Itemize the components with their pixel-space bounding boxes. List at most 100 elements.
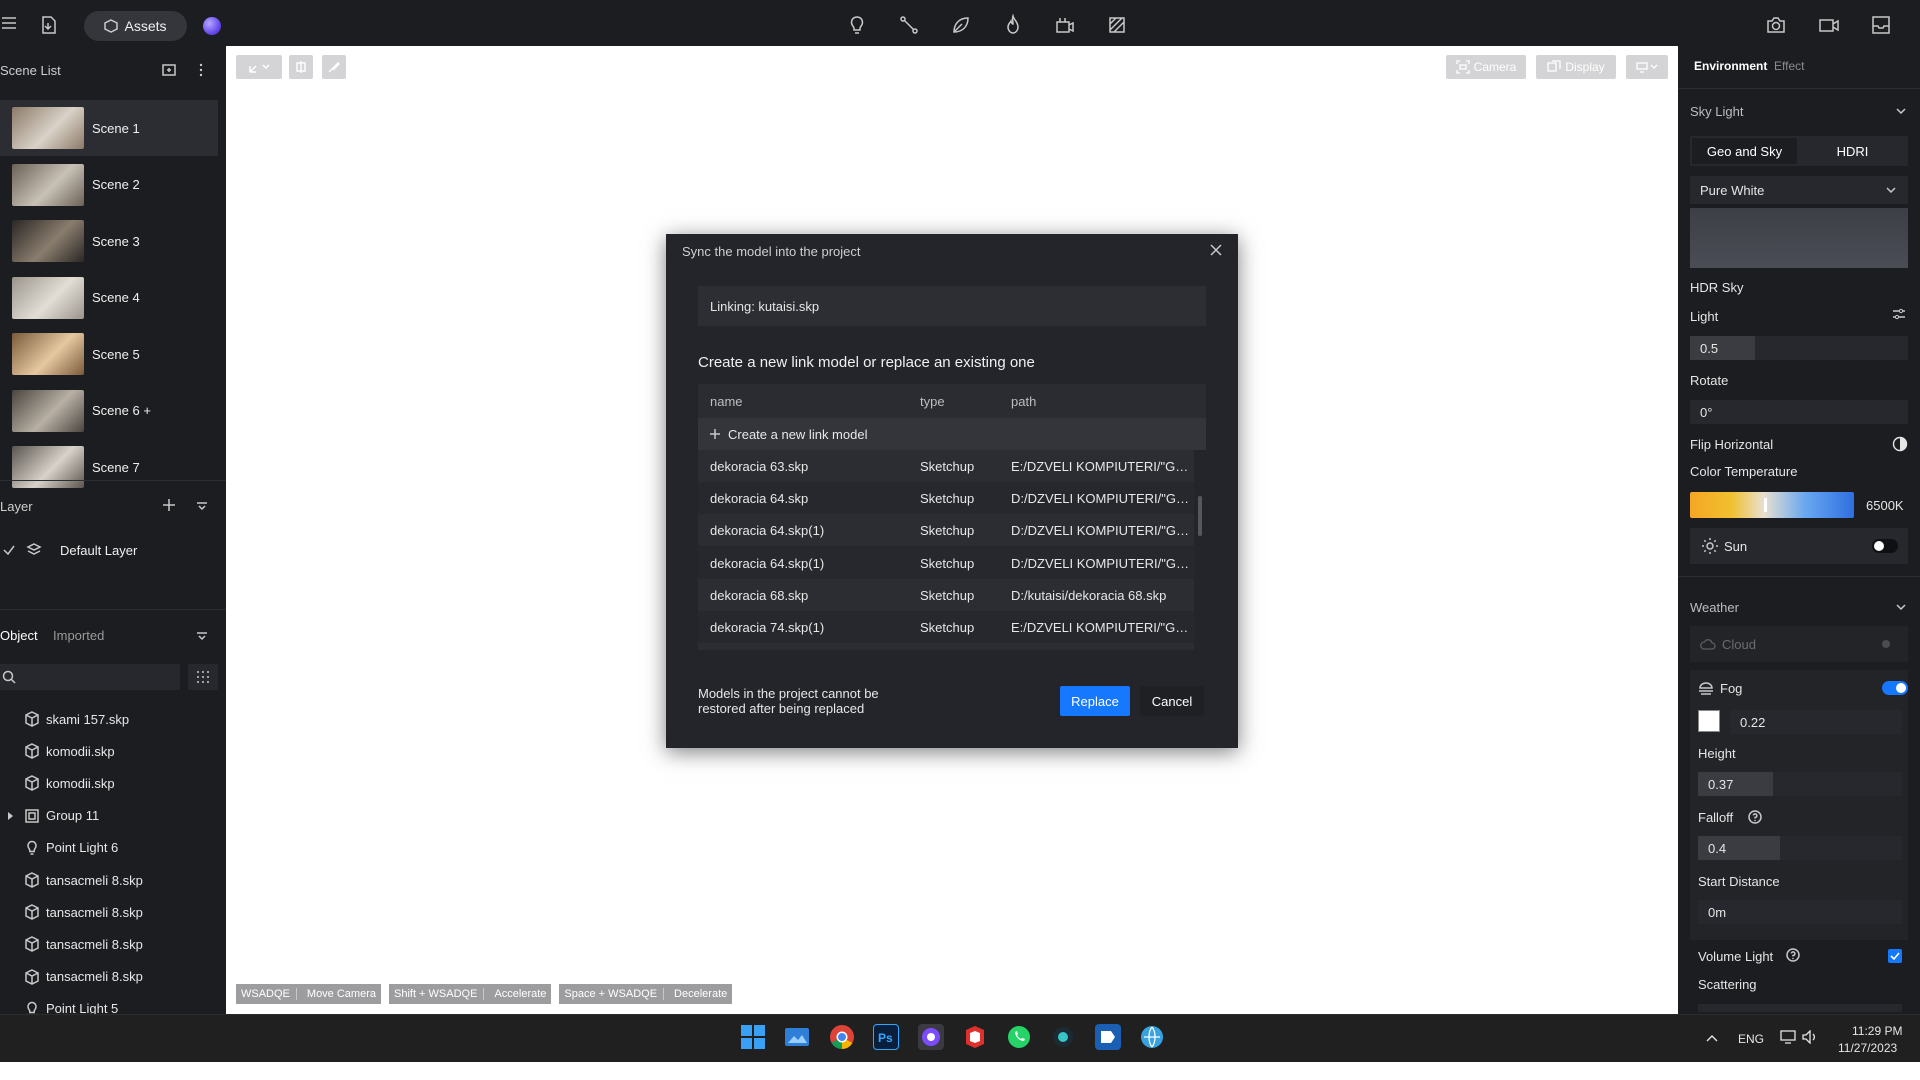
start-distance-input[interactable]: 0m	[1698, 900, 1902, 924]
camera-icon[interactable]	[1765, 14, 1787, 36]
rotate-input[interactable]: 0°	[1690, 400, 1908, 424]
tab-environment[interactable]: Environment	[1694, 59, 1767, 73]
flip-horizontal-icon[interactable]	[1892, 436, 1908, 452]
scene-item[interactable]: Scene 2	[0, 157, 218, 213]
network-icon[interactable]	[1780, 1030, 1796, 1044]
add-layer-icon[interactable]	[162, 498, 176, 512]
whatsapp-icon[interactable]	[1006, 1024, 1032, 1050]
tab-object[interactable]: Object	[0, 628, 38, 643]
tab-effect[interactable]: Effect	[1774, 59, 1804, 73]
more-options-icon[interactable]	[199, 63, 203, 77]
language-indicator[interactable]: ENG	[1738, 1032, 1764, 1046]
windows-start-icon[interactable]	[740, 1024, 766, 1050]
import-icon[interactable]	[40, 16, 58, 34]
table-row[interactable]: dekoracia 64.skp(1) Sketchup D:/DZVELI KOM…	[698, 514, 1194, 547]
scene-item[interactable]: Scene 5	[0, 326, 218, 382]
color-temperature-handle[interactable]	[1763, 498, 1767, 512]
add-scene-icon[interactable]	[162, 64, 176, 76]
leaf-icon[interactable]	[950, 14, 972, 36]
scene-item[interactable]: Scene 7	[0, 439, 218, 495]
path-icon[interactable]	[898, 14, 920, 36]
chevron-down-icon[interactable]	[1896, 604, 1906, 610]
display-button[interactable]: Display	[1536, 55, 1616, 79]
sketchup-icon[interactable]	[962, 1024, 988, 1050]
clock-time[interactable]: 11:29 PM	[1852, 1024, 1902, 1038]
cleanup-icon[interactable]	[1050, 1024, 1076, 1050]
create-new-link-model[interactable]: Create a new link model	[698, 418, 1206, 450]
table-row[interactable]: dekoracia 63.skp Sketchup E:/DZVELI KOMPIU…	[698, 450, 1194, 482]
transform-tool-button[interactable]	[236, 55, 282, 79]
section-icon[interactable]	[1106, 14, 1128, 36]
object-item[interactable]: komodii.skp	[0, 767, 226, 799]
chrome-icon[interactable]	[829, 1024, 855, 1050]
object-item[interactable]: tansacmeli 8.skp	[0, 928, 226, 960]
ai-orb-icon[interactable]	[203, 17, 221, 35]
segment-hdri[interactable]: HDRI	[1799, 138, 1906, 164]
object-item[interactable]: tansacmeli 8.skp	[0, 896, 226, 928]
height-slider[interactable]: 0.37	[1698, 772, 1902, 796]
object-item[interactable]: tansacmeli 8.skp	[0, 961, 226, 993]
cancel-button[interactable]: Cancel	[1140, 686, 1204, 716]
d5-app-icon[interactable]	[1095, 1024, 1121, 1050]
sky-preset-select[interactable]: Pure White	[1690, 176, 1908, 204]
scattering-slider[interactable]	[1698, 1004, 1902, 1012]
photoshop-icon[interactable]: Ps	[873, 1024, 899, 1050]
fog-toggle[interactable]	[1882, 681, 1908, 695]
light-settings-icon[interactable]	[1892, 308, 1906, 320]
d5-render-icon[interactable]	[918, 1024, 944, 1050]
snap-tool-button[interactable]	[289, 55, 313, 79]
object-search-input[interactable]	[0, 664, 180, 690]
object-filter-icon[interactable]	[196, 631, 208, 641]
layer-filter-icon[interactable]	[196, 501, 208, 511]
scene-item[interactable]: Scene 3	[0, 213, 218, 269]
expand-arrow-icon[interactable]	[8, 811, 13, 820]
segment-geo-and-sky[interactable]: Geo and Sky	[1692, 138, 1797, 164]
network-app-icon[interactable]	[1139, 1024, 1165, 1050]
object-item[interactable]: skami 157.skp	[0, 703, 226, 735]
table-row[interactable]: dekoracia 68.skp Sketchup D:/kutaisi/dekor…	[698, 578, 1194, 611]
menu-icon[interactable]	[2, 17, 16, 29]
volume-light-checkbox[interactable]	[1888, 949, 1902, 963]
light-slider[interactable]: 0.5	[1690, 336, 1908, 360]
clock-date[interactable]: 11/27/2023	[1838, 1041, 1897, 1055]
object-item[interactable]: Point Light 6	[0, 832, 226, 864]
scene-item[interactable]: Scene 4	[0, 270, 218, 326]
volume-light-help-icon[interactable]	[1786, 948, 1800, 962]
close-icon[interactable]	[1210, 244, 1222, 256]
assets-button[interactable]: Assets	[84, 11, 187, 41]
volume-icon[interactable]	[1802, 1030, 1818, 1044]
cloud-toggle[interactable]	[1882, 640, 1890, 648]
tab-imported[interactable]: Imported	[53, 628, 104, 643]
falloff-help-icon[interactable]	[1748, 810, 1762, 824]
table-scrollbar[interactable]	[1198, 496, 1202, 536]
show-hidden-icons[interactable]	[1706, 1034, 1718, 1042]
render-queue-icon[interactable]	[1870, 14, 1892, 36]
object-item[interactable]: tansacmeli 8.skp	[0, 864, 226, 896]
fog-density-input[interactable]: 0.22	[1730, 710, 1902, 734]
scene-item[interactable]: Scene 1	[0, 100, 218, 156]
fire-icon[interactable]	[1002, 14, 1024, 36]
falloff-slider[interactable]: 0.4	[1698, 836, 1902, 860]
hint-decelerate: Space + WSADQE Decelerate	[559, 984, 733, 1004]
animation-icon[interactable]	[1054, 14, 1076, 36]
table-row[interactable]: dekoracia pexsacmeli 30.skpSketchupE:/DZ…	[698, 643, 1194, 650]
view-mode-button[interactable]	[1626, 55, 1668, 79]
video-icon[interactable]	[1818, 14, 1840, 36]
fog-color-swatch[interactable]	[1698, 710, 1720, 732]
light-bulb-icon[interactable]	[846, 14, 868, 36]
table-row[interactable]: dekoracia 74.skp(1) Sketchup E:/DZVELI KOM…	[698, 611, 1194, 643]
color-temperature-slider[interactable]	[1690, 492, 1854, 518]
default-layer-row[interactable]: Default Layer	[0, 538, 226, 562]
chevron-down-icon[interactable]	[1896, 108, 1906, 114]
photos-icon[interactable]	[784, 1024, 810, 1050]
object-item[interactable]: komodii.skp	[0, 735, 226, 767]
scene-item[interactable]: Scene 6 +	[0, 383, 218, 439]
brush-tool-button[interactable]	[322, 55, 346, 79]
table-row[interactable]: dekoracia 64.skp(1) Sketchup D:/DZVELI KOM…	[698, 546, 1194, 579]
object-item[interactable]: Group 11	[0, 800, 226, 832]
replace-button[interactable]: Replace	[1060, 686, 1130, 716]
camera-button[interactable]: Camera	[1446, 55, 1526, 79]
grid-view-button[interactable]	[188, 664, 218, 690]
table-row[interactable]: dekoracia 64.skp Sketchup D:/DZVELI KOMPIU…	[698, 482, 1194, 515]
sun-toggle[interactable]	[1872, 539, 1898, 553]
